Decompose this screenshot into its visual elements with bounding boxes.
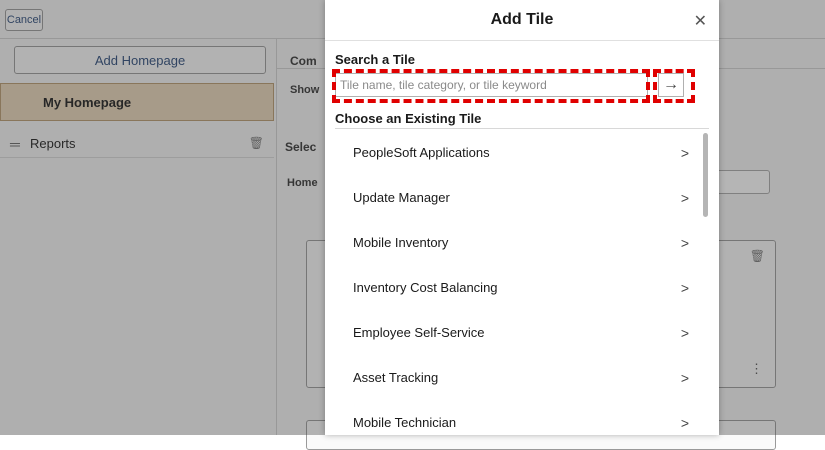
tile-list: PeopleSoft Applications > Update Manager… <box>325 130 719 435</box>
tile-category-label: Mobile Inventory <box>353 235 449 250</box>
chevron-right-icon: > <box>680 144 689 161</box>
chevron-right-icon: > <box>680 324 689 341</box>
existing-tile-label: Choose an Existing Tile <box>335 111 482 126</box>
tile-category-label: Inventory Cost Balancing <box>353 280 498 295</box>
chevron-right-icon: > <box>680 279 689 296</box>
tile-category-item[interactable]: Employee Self-Service > <box>325 310 719 355</box>
chevron-right-icon: > <box>680 369 689 386</box>
list-divider <box>335 128 709 129</box>
arrow-right-icon: → <box>663 76 679 93</box>
tile-category-item[interactable]: Update Manager > <box>325 175 719 220</box>
tile-category-label: Employee Self-Service <box>353 325 485 340</box>
chevron-right-icon: > <box>680 234 689 251</box>
tile-category-item[interactable]: Inventory Cost Balancing > <box>325 265 719 310</box>
dialog-title: Add Tile <box>325 0 719 41</box>
tile-category-label: Update Manager <box>353 190 450 205</box>
search-label: Search a Tile <box>335 52 415 67</box>
chevron-right-icon: > <box>680 414 689 431</box>
tile-list-scrollbar[interactable] <box>703 133 708 217</box>
add-tile-dialog: Add Tile ✕ Search a Tile → Choose an Exi… <box>325 0 719 435</box>
close-icon[interactable]: ✕ <box>694 11 707 31</box>
search-go-button[interactable]: → <box>658 73 684 97</box>
tile-category-item[interactable]: PeopleSoft Applications > <box>325 130 719 175</box>
tile-category-item[interactable]: Mobile Technician > <box>325 400 719 435</box>
tile-category-item[interactable]: Asset Tracking > <box>325 355 719 400</box>
chevron-right-icon: > <box>680 189 689 206</box>
search-input[interactable] <box>335 73 648 97</box>
tile-category-label: PeopleSoft Applications <box>353 145 490 160</box>
tile-category-item[interactable]: Mobile Inventory > <box>325 220 719 265</box>
tile-category-label: Mobile Technician <box>353 415 457 430</box>
tile-category-label: Asset Tracking <box>353 370 439 385</box>
